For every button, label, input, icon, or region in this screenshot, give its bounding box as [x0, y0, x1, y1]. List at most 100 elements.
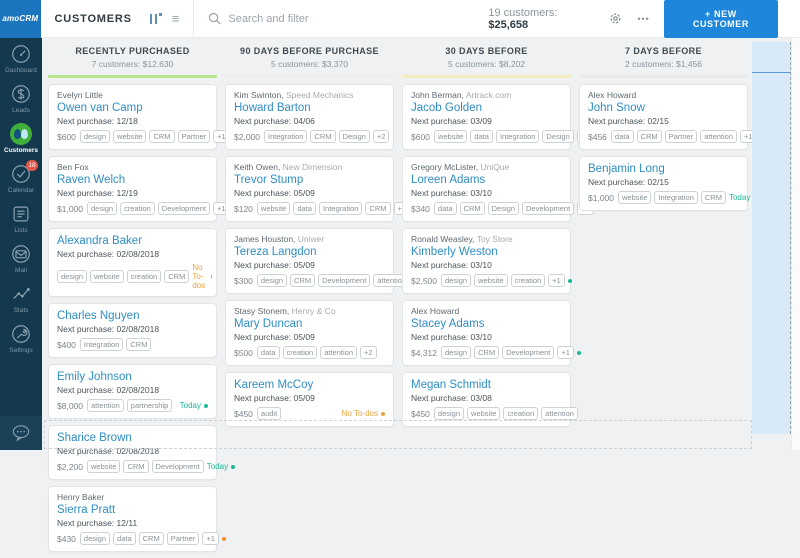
- customer-card[interactable]: Stasy Stonem, Henry & CoMary DuncanNext …: [225, 300, 394, 366]
- tag-chip: +2: [373, 130, 390, 143]
- customer-name-link[interactable]: Trevor Stump: [234, 173, 385, 187]
- customer-card[interactable]: Henry BakerSierra PrattNext purchase: 12…: [48, 486, 217, 552]
- board-column-3: 30 DAYS BEFORE 5 customers: $8,202 John …: [398, 38, 575, 558]
- sidebar-item-dashboard[interactable]: Dashboard: [0, 38, 42, 78]
- tag-chip: website: [113, 130, 146, 143]
- tag-chip: Integration: [80, 338, 123, 351]
- customer-name-link[interactable]: Loreen Adams: [411, 173, 562, 187]
- contact-line: Keith Owen, New Dimension: [234, 162, 385, 173]
- customer-card[interactable]: Ronald Weasley, Toy StoreKimberly Weston…: [402, 228, 571, 294]
- customer-card[interactable]: John Berman, Artrack.comJacob GoldenNext…: [402, 84, 571, 150]
- tag-chip: CRM: [164, 270, 189, 283]
- tag-chip: creation: [283, 346, 318, 359]
- status-dot: [381, 412, 385, 416]
- customer-name-link[interactable]: Owen van Camp: [57, 101, 208, 115]
- customer-value: $340: [411, 204, 430, 214]
- tag-chip: design: [80, 532, 110, 545]
- customer-card[interactable]: Gregory McLister, UniQueLoreen AdamsNext…: [402, 156, 571, 222]
- next-period-drop-column[interactable]: [752, 42, 791, 434]
- customer-name-link[interactable]: Alexandra Baker: [57, 234, 208, 248]
- top-bar: amoCRM CUSTOMERS ≡ 19 customers: $25,658…: [0, 0, 800, 38]
- tag-chip: Integration: [654, 191, 697, 204]
- task-status: No To-dos: [192, 263, 212, 290]
- sidebar-item-mail[interactable]: Mail: [0, 238, 42, 278]
- customer-name-link[interactable]: Mary Duncan: [234, 317, 385, 331]
- customer-card[interactable]: Benjamin LongNext purchase: 02/15$1,000w…: [579, 156, 748, 211]
- tag-chip: CRM: [637, 130, 662, 143]
- customer-card[interactable]: James Houston, UniwerTereza LangdonNext …: [225, 228, 394, 294]
- customer-card[interactable]: Keith Owen, New DimensionTrevor StumpNex…: [225, 156, 394, 222]
- task-status: [568, 279, 572, 283]
- sidebar-item-settings[interactable]: Settings: [0, 318, 42, 358]
- customer-name-link[interactable]: Jacob Golden: [411, 101, 562, 115]
- gear-icon[interactable]: [608, 11, 623, 26]
- sidebar-item-label: Settings: [9, 347, 33, 354]
- sidebar-item-calendar[interactable]: 18Calendar: [0, 158, 42, 198]
- chat-icon: [11, 424, 31, 442]
- customer-card[interactable]: Alexandra BakerNext purchase: 02/08/2018…: [48, 228, 217, 297]
- tag-chip: Integration: [264, 130, 307, 143]
- customer-name-link[interactable]: Tereza Langdon: [234, 245, 385, 259]
- next-purchase: Next purchase: 02/08/2018: [57, 249, 208, 260]
- tag-chip: data: [611, 130, 634, 143]
- contact-line: John Berman, Artrack.com: [411, 90, 562, 101]
- customer-card[interactable]: Alex HowardJohn SnowNext purchase: 02/15…: [579, 84, 748, 150]
- customer-card[interactable]: Megan SchmidtNext purchase: 03/08$450des…: [402, 372, 571, 427]
- contact-line: Gregory McLister, UniQue: [411, 162, 562, 173]
- mail-icon: [10, 243, 32, 265]
- column-title: 7 DAYS BEFORE: [575, 46, 752, 56]
- tag-chip: website: [257, 202, 290, 215]
- customer-card[interactable]: Emily JohnsonNext purchase: 02/08/2018$8…: [48, 364, 217, 419]
- column-header: 30 DAYS BEFORE 5 customers: $8,202: [398, 38, 575, 78]
- customer-value: $2,500: [411, 276, 437, 286]
- hamburger-menu-icon[interactable]: ≡: [172, 12, 180, 25]
- sidebar-item-label: Dashboard: [5, 67, 37, 74]
- column-header: RECENTLY PURCHASED 7 customers: $12,630: [44, 38, 221, 78]
- contact-line: Stasy Stonem, Henry & Co: [234, 306, 385, 317]
- customer-card[interactable]: Evelyn LittleOwen van CampNext purchase:…: [48, 84, 217, 150]
- more-options-icon[interactable]: •••: [637, 14, 649, 24]
- sidebar-item-leads[interactable]: Leads: [0, 78, 42, 118]
- support-chat-button[interactable]: [0, 416, 42, 450]
- customer-card[interactable]: Ben FoxRaven WelchNext purchase: 12/19$1…: [48, 156, 217, 222]
- customer-name-link[interactable]: Charles Nguyen: [57, 309, 208, 323]
- tag-chip: website: [474, 274, 507, 287]
- sidebar-item-customers[interactable]: Customers: [0, 118, 42, 158]
- sidebar-item-label: Lists: [14, 227, 27, 234]
- next-purchase: Next purchase: 05/09: [234, 188, 385, 199]
- customer-name-link[interactable]: Kimberly Weston: [411, 245, 562, 259]
- customer-name-link[interactable]: Stacey Adams: [411, 317, 562, 331]
- tag-chip: data: [470, 130, 493, 143]
- tag-chip: +1: [557, 346, 574, 359]
- amocrm-logo[interactable]: amoCRM: [0, 0, 41, 38]
- new-customer-button[interactable]: + NEW CUSTOMER: [664, 0, 778, 38]
- tag-chip: audit: [257, 407, 281, 420]
- customer-name-link[interactable]: Howard Barton: [234, 101, 385, 115]
- tag-chip: CRM: [365, 202, 390, 215]
- sidebar-item-lists[interactable]: Lists: [0, 198, 42, 238]
- stats-icon: [10, 283, 32, 305]
- customer-name-link[interactable]: John Snow: [588, 101, 739, 115]
- customer-name-link[interactable]: Benjamin Long: [588, 162, 739, 176]
- next-purchase: Next purchase: 02/15: [588, 177, 739, 188]
- customer-value: $1,000: [57, 204, 83, 214]
- contact-line: Ben Fox: [57, 162, 208, 173]
- customer-card[interactable]: Kareem McCoyNext purchase: 05/09$450audi…: [225, 372, 394, 427]
- tag-chip: Partner: [665, 130, 698, 143]
- customer-name-link[interactable]: Sierra Pratt: [57, 503, 208, 517]
- customer-value: $120: [234, 204, 253, 214]
- customer-name-link[interactable]: Raven Welch: [57, 173, 208, 187]
- sidebar-item-stats[interactable]: Stats: [0, 278, 42, 318]
- customer-name-link[interactable]: Kareem McCoy: [234, 378, 385, 392]
- customer-card[interactable]: Alex HowardStacey AdamsNext purchase: 03…: [402, 300, 571, 366]
- search-input[interactable]: [228, 13, 488, 25]
- customer-name-link[interactable]: Megan Schmidt: [411, 378, 562, 392]
- task-status: No To-dos: [342, 409, 385, 418]
- contact-line: James Houston, Uniwer: [234, 234, 385, 245]
- kanban-view-icon[interactable]: [148, 13, 162, 25]
- customer-card[interactable]: Charles NguyenNext purchase: 02/08/2018$…: [48, 303, 217, 358]
- customer-card[interactable]: Kim Swinton, Speed MechanicsHoward Barto…: [225, 84, 394, 150]
- customer-name-link[interactable]: Emily Johnson: [57, 370, 208, 384]
- next-purchase: Next purchase: 12/11: [57, 518, 208, 529]
- task-status: Today: [180, 401, 208, 410]
